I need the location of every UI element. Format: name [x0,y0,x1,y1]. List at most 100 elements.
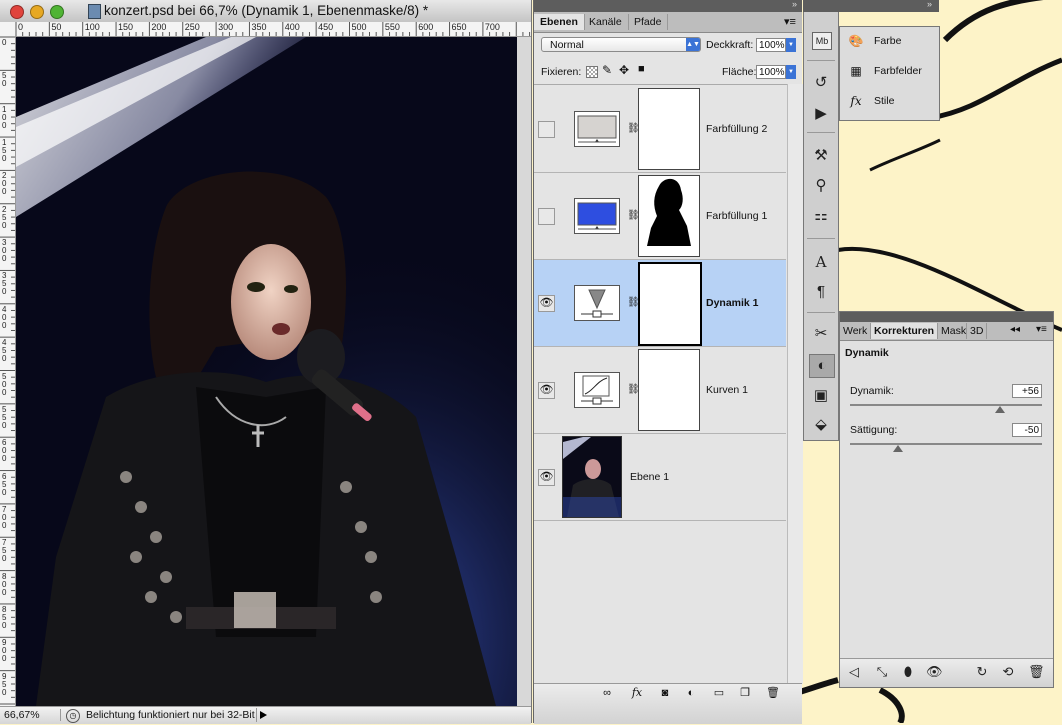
tool-presets-icon[interactable]: ⚏ [809,205,833,227]
adjustment-layer-icon[interactable]: ◐ [684,686,698,700]
link-chain-icon[interactable]: ⛓ [627,123,640,135]
opacity-dropdown-button[interactable]: ▼ [786,38,796,52]
flyout-item-farbe[interactable]: 🎨 Farbe [848,32,902,50]
panel-header-bar[interactable] [840,312,1053,322]
layer-mask-thumbnail-selected[interactable] [638,262,702,346]
layer-row[interactable]: ⛓ Farbfüllung 2 [534,86,786,173]
window-titlebar[interactable]: konzert.psd bei 66,7% (Dynamik 1, Ebenen… [0,0,531,23]
saettigung-value-field[interactable]: -50 [1012,423,1042,437]
tab-werkzeug[interactable]: Werk [840,323,871,339]
layer-name[interactable]: Farbfüllung 1 [706,210,767,222]
dynamik-slider-thumb[interactable] [994,406,1005,413]
layer-thumbnail[interactable] [574,285,620,321]
3d-icon[interactable]: ⬙ [809,414,833,436]
tab-ebenen[interactable]: Ebenen [534,14,585,30]
link-chain-icon[interactable]: ⛓ [627,384,640,396]
visibility-toggle[interactable] [538,121,555,138]
photo-thumbnail[interactable] [562,436,622,518]
ruler-label: 250 [184,22,200,32]
view-previous-icon[interactable]: ↻ [974,664,990,680]
link-layers-icon[interactable]: ∞ [600,686,614,700]
paragraph-icon[interactable]: ¶ [809,281,833,303]
adjustments-icon[interactable]: ◐ [809,354,835,378]
status-info-icon[interactable]: ◷ [66,709,80,723]
eye-icon[interactable]: 👁 [538,469,555,486]
fill-dropdown-button[interactable]: ▼ [786,65,796,79]
tab-3d[interactable]: 3D [967,323,988,339]
lock-all-icon[interactable]: ■ [638,63,645,75]
tab-korrekturen[interactable]: Korrekturen [871,323,939,339]
masks-icon[interactable]: ▣ [809,385,833,407]
add-mask-icon[interactable]: ◙ [658,686,672,700]
layer-row[interactable]: ⛓ Farbfüllung 1 [534,173,786,260]
expand-view-icon[interactable]: ⤡ [874,664,890,680]
fill-field[interactable]: 100% [756,65,786,79]
panel-menu-icon[interactable]: ▾≡ [784,15,796,28]
link-chain-icon[interactable]: ⛓ [627,210,640,222]
tools-icon[interactable]: ✂ [809,323,833,345]
flyout-item-stile[interactable]: fx Stile [848,92,894,110]
new-group-icon[interactable]: ▭ [712,686,726,700]
layer-name[interactable]: Kurven 1 [706,384,748,396]
tab-masken[interactable]: Mask [938,323,967,339]
blend-mode-select[interactable]: Normal ▲▼ [541,37,701,52]
zoom-level-field[interactable]: 66,67% [4,709,61,721]
horizontal-ruler[interactable]: 0 50 100 150 200 250 300 350 400 450 500 550 600 650 7… [15,22,531,37]
layer-thumbnail[interactable] [574,372,620,408]
image-canvas[interactable] [16,37,517,706]
flyout-header-bar[interactable]: » [803,0,939,12]
eye-icon[interactable]: 👁 [538,382,555,399]
layer-mask-thumbnail[interactable] [638,88,700,170]
panel-header-bar[interactable]: » [534,0,802,12]
eye-icon[interactable]: 👁 [926,664,943,680]
status-menu-arrow[interactable] [256,708,269,722]
layer-row[interactable]: 👁 ⛓ Kurven 1 [534,347,786,434]
actions-play-icon[interactable]: ▶ [809,103,833,125]
saettigung-slider-thumb[interactable] [893,445,903,452]
tab-kanaele[interactable]: Kanäle [583,14,629,30]
layer-name[interactable]: Farbfüllung 2 [706,123,767,135]
layer-style-icon[interactable]: fx [630,686,644,700]
layer-row[interactable]: 👁 Ebene 1 [534,434,786,521]
lock-transparency-icon[interactable] [586,66,598,78]
close-button[interactable] [10,5,24,19]
back-arrow-icon[interactable]: ◁ [846,664,862,680]
layer-row-selected[interactable]: 👁 ⛓ Dynamik 1 [534,260,786,347]
collapse-arrows-icon[interactable]: » [792,0,797,9]
flyout-item-farbfelder[interactable]: ▦ Farbfelder [848,62,922,80]
visibility-toggle[interactable] [538,208,555,225]
clip-layer-icon[interactable]: ⬮ [900,664,916,680]
tab-pfade[interactable]: Pfade [628,14,669,30]
ruler-origin[interactable] [0,22,16,37]
layer-mask-thumbnail[interactable] [638,175,700,257]
layer-name[interactable]: Dynamik 1 [706,297,759,309]
vertical-ruler[interactable]: 0 50 100 150 200 250 300 350 400 450 500 550 600 650 7… [0,36,16,706]
brush-presets-icon[interactable]: ⚒ [809,145,833,167]
clone-source-icon[interactable]: ⚲ [809,175,833,197]
layer-name[interactable]: Ebene 1 [630,471,669,483]
history-icon[interactable]: ↺ [809,72,833,94]
layer-mask-thumbnail[interactable] [638,349,700,431]
eye-icon[interactable]: 👁 [538,295,555,312]
scroll-tabs-icon[interactable]: ◂◂ [1010,324,1020,335]
character-icon[interactable]: A [809,251,833,273]
dynamik-value-field[interactable]: +56 [1012,384,1042,398]
trash-icon[interactable]: 🗑 [766,686,780,700]
new-layer-icon[interactable]: ❐ [738,686,752,700]
zoom-button[interactable] [50,5,64,19]
opacity-field[interactable]: 100% [756,38,786,52]
link-chain-icon[interactable]: ⛓ [627,297,640,309]
collapse-arrows-icon[interactable]: » [927,0,932,9]
layer-thumbnail[interactable] [574,111,620,147]
reset-icon[interactable]: ⟲ [1000,664,1016,680]
lock-brush-icon[interactable]: ✎ [602,63,612,77]
mini-bridge-icon[interactable]: Mb [812,32,832,50]
minimize-button[interactable] [30,5,44,19]
lock-move-icon[interactable]: ✥ [619,63,629,77]
layers-scrollbar[interactable] [787,84,803,684]
saettigung-slider-track[interactable] [850,443,1042,445]
panel-menu-icon[interactable]: ▾≡ [1036,324,1047,335]
dynamik-slider-track[interactable] [850,404,1042,406]
trash-icon[interactable]: 🗑 [1028,664,1045,680]
layer-thumbnail[interactable] [574,198,620,234]
